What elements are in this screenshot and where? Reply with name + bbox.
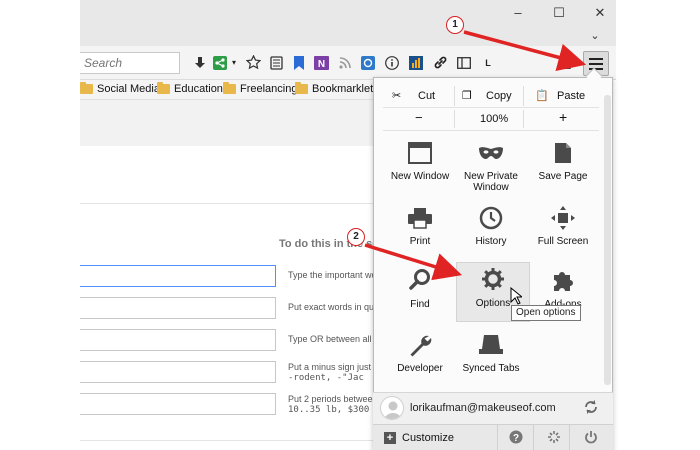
annotation-arrow-2 (364, 243, 463, 281)
step-1-callout: 1 (446, 16, 464, 34)
annotation-arrow-1 (463, 30, 587, 71)
step-2-callout: 2 (347, 228, 365, 246)
browser-screenshot: – ☐ ✕ ⌄ ▾ N (0, 0, 700, 450)
annotation-arrows (364, 30, 587, 281)
